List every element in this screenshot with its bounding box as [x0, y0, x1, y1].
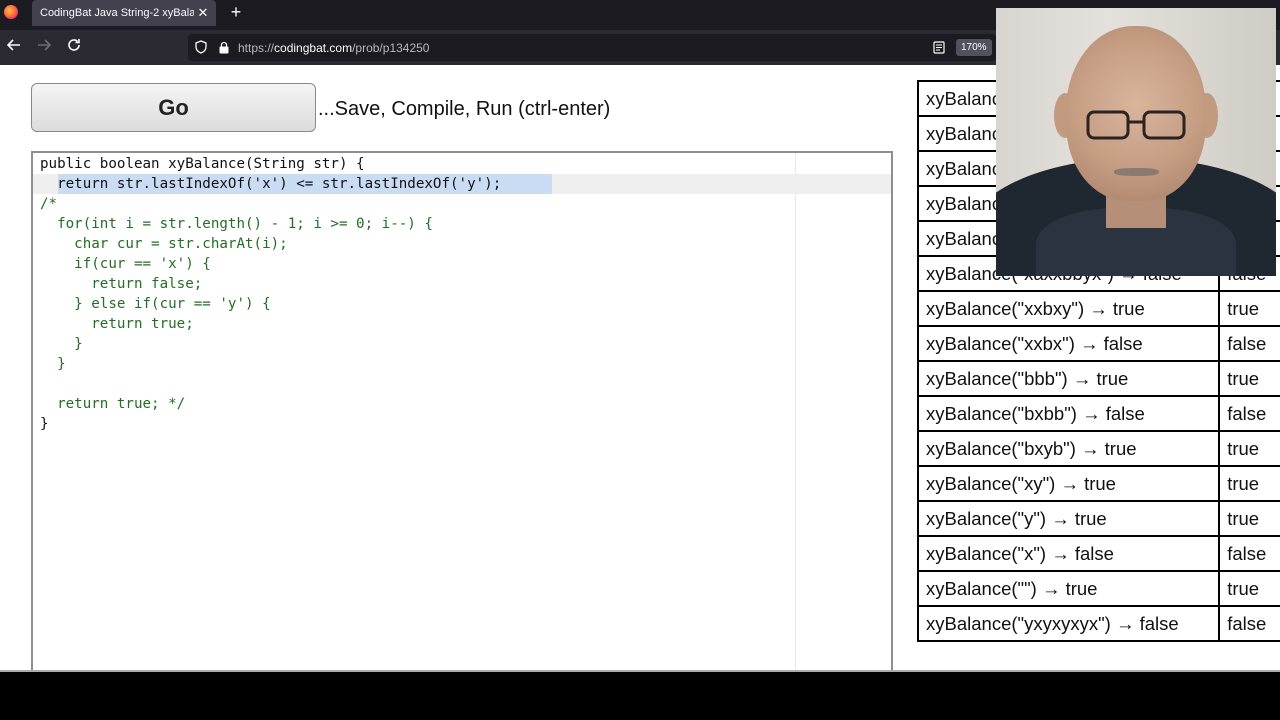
run-cell: false: [1218, 395, 1280, 432]
code-line[interactable]: } else if(cur == 'y') {: [40, 294, 501, 314]
expected-cell: xyBalance("xxbx") → false: [916, 325, 1221, 362]
code-line[interactable]: for(int i = str.length() - 1; i >= 0; i-…: [40, 214, 501, 234]
expected-cell: xyBalance("xy") → true: [916, 465, 1221, 502]
code-editor[interactable]: public boolean xyBalance(String str) { r…: [31, 151, 893, 672]
print-margin: [795, 153, 796, 672]
code-line[interactable]: char cur = str.charAt(i);: [40, 234, 501, 254]
expected-cell: xyBalance("bxbb") → false: [916, 395, 1221, 432]
code-line[interactable]: if(cur == 'x') {: [40, 254, 501, 274]
table-row: xyBalance("yxyxyxyx") → false false: [916, 605, 1280, 642]
code-line[interactable]: return str.lastIndexOf('x') <= str.lastI…: [40, 174, 501, 194]
run-cell: true: [1218, 290, 1280, 327]
expected-cell: xyBalance("xxbxy") → true: [916, 290, 1221, 327]
new-tab-button[interactable]: +: [228, 3, 244, 21]
lock-icon[interactable]: [218, 41, 230, 54]
go-button[interactable]: Go: [31, 83, 316, 132]
run-cell: true: [1218, 430, 1280, 467]
expected-cell: xyBalance("yxyxyxyx") → false: [916, 605, 1221, 642]
code-line[interactable]: return true;: [40, 314, 501, 334]
table-row: xyBalance("xxbx") → false false: [916, 325, 1280, 362]
tab-title: CodingBat Java String-2 xyBalance: [40, 7, 194, 19]
expected-cell: xyBalance("bxyb") → true: [916, 430, 1221, 467]
code-text[interactable]: public boolean xyBalance(String str) { r…: [40, 154, 501, 434]
run-cell: true: [1218, 570, 1280, 607]
firefox-logo-icon: [4, 5, 18, 19]
table-row: xyBalance("y") → true true: [916, 500, 1280, 537]
zoom-level-badge[interactable]: 170%: [956, 39, 992, 56]
code-line[interactable]: }: [40, 354, 501, 374]
close-tab-icon[interactable]: ✕: [194, 5, 212, 21]
url-bar[interactable]: https://codingbat.com/prob/p134250 170%: [188, 34, 996, 61]
table-row: xyBalance("xxbxy") → true true: [916, 290, 1280, 327]
save-compile-run-hint: ...Save, Compile, Run (ctrl-enter): [318, 98, 611, 120]
tracking-protection-icon[interactable]: [195, 40, 207, 54]
run-cell: true: [1218, 360, 1280, 397]
expected-cell: xyBalance("x") → false: [916, 535, 1221, 572]
reload-icon[interactable]: [64, 38, 84, 57]
run-cell: false: [1218, 605, 1280, 642]
reader-view-icon[interactable]: [933, 41, 945, 54]
run-cell: false: [1218, 535, 1280, 572]
code-line[interactable]: [40, 374, 501, 394]
webcam-overlay: [996, 8, 1276, 276]
run-cell: true: [1218, 500, 1280, 537]
webcam-mustache: [1114, 168, 1159, 176]
page-bottom-divider: [0, 670, 1280, 672]
table-row: xyBalance("x") → false false: [916, 535, 1280, 572]
tab-codingbat[interactable]: CodingBat Java String-2 xyBalance ✕: [32, 0, 216, 26]
expected-cell: xyBalance("") → true: [916, 570, 1221, 607]
table-row: xyBalance("xy") → true true: [916, 465, 1280, 502]
code-line[interactable]: return true; */: [40, 394, 501, 414]
code-line[interactable]: }: [40, 334, 501, 354]
expected-cell: xyBalance("y") → true: [916, 500, 1221, 537]
url-text[interactable]: https://codingbat.com/prob/p134250: [238, 41, 429, 55]
table-row: xyBalance("") → true true: [916, 570, 1280, 607]
webcam-glasses: [1086, 110, 1186, 140]
table-row: xyBalance("bbb") → true true: [916, 360, 1280, 397]
expected-cell: xyBalance("bbb") → true: [916, 360, 1221, 397]
table-row: xyBalance("bxyb") → true true: [916, 430, 1280, 467]
forward-icon[interactable]: [34, 38, 54, 57]
code-line[interactable]: }: [40, 414, 501, 434]
run-cell: true: [1218, 465, 1280, 502]
table-row: xyBalance("bxbb") → false false: [916, 395, 1280, 432]
run-cell: false: [1218, 325, 1280, 362]
code-line[interactable]: public boolean xyBalance(String str) {: [40, 154, 501, 174]
code-line[interactable]: return false;: [40, 274, 501, 294]
code-line[interactable]: /*: [40, 194, 501, 214]
back-icon[interactable]: [4, 38, 24, 57]
